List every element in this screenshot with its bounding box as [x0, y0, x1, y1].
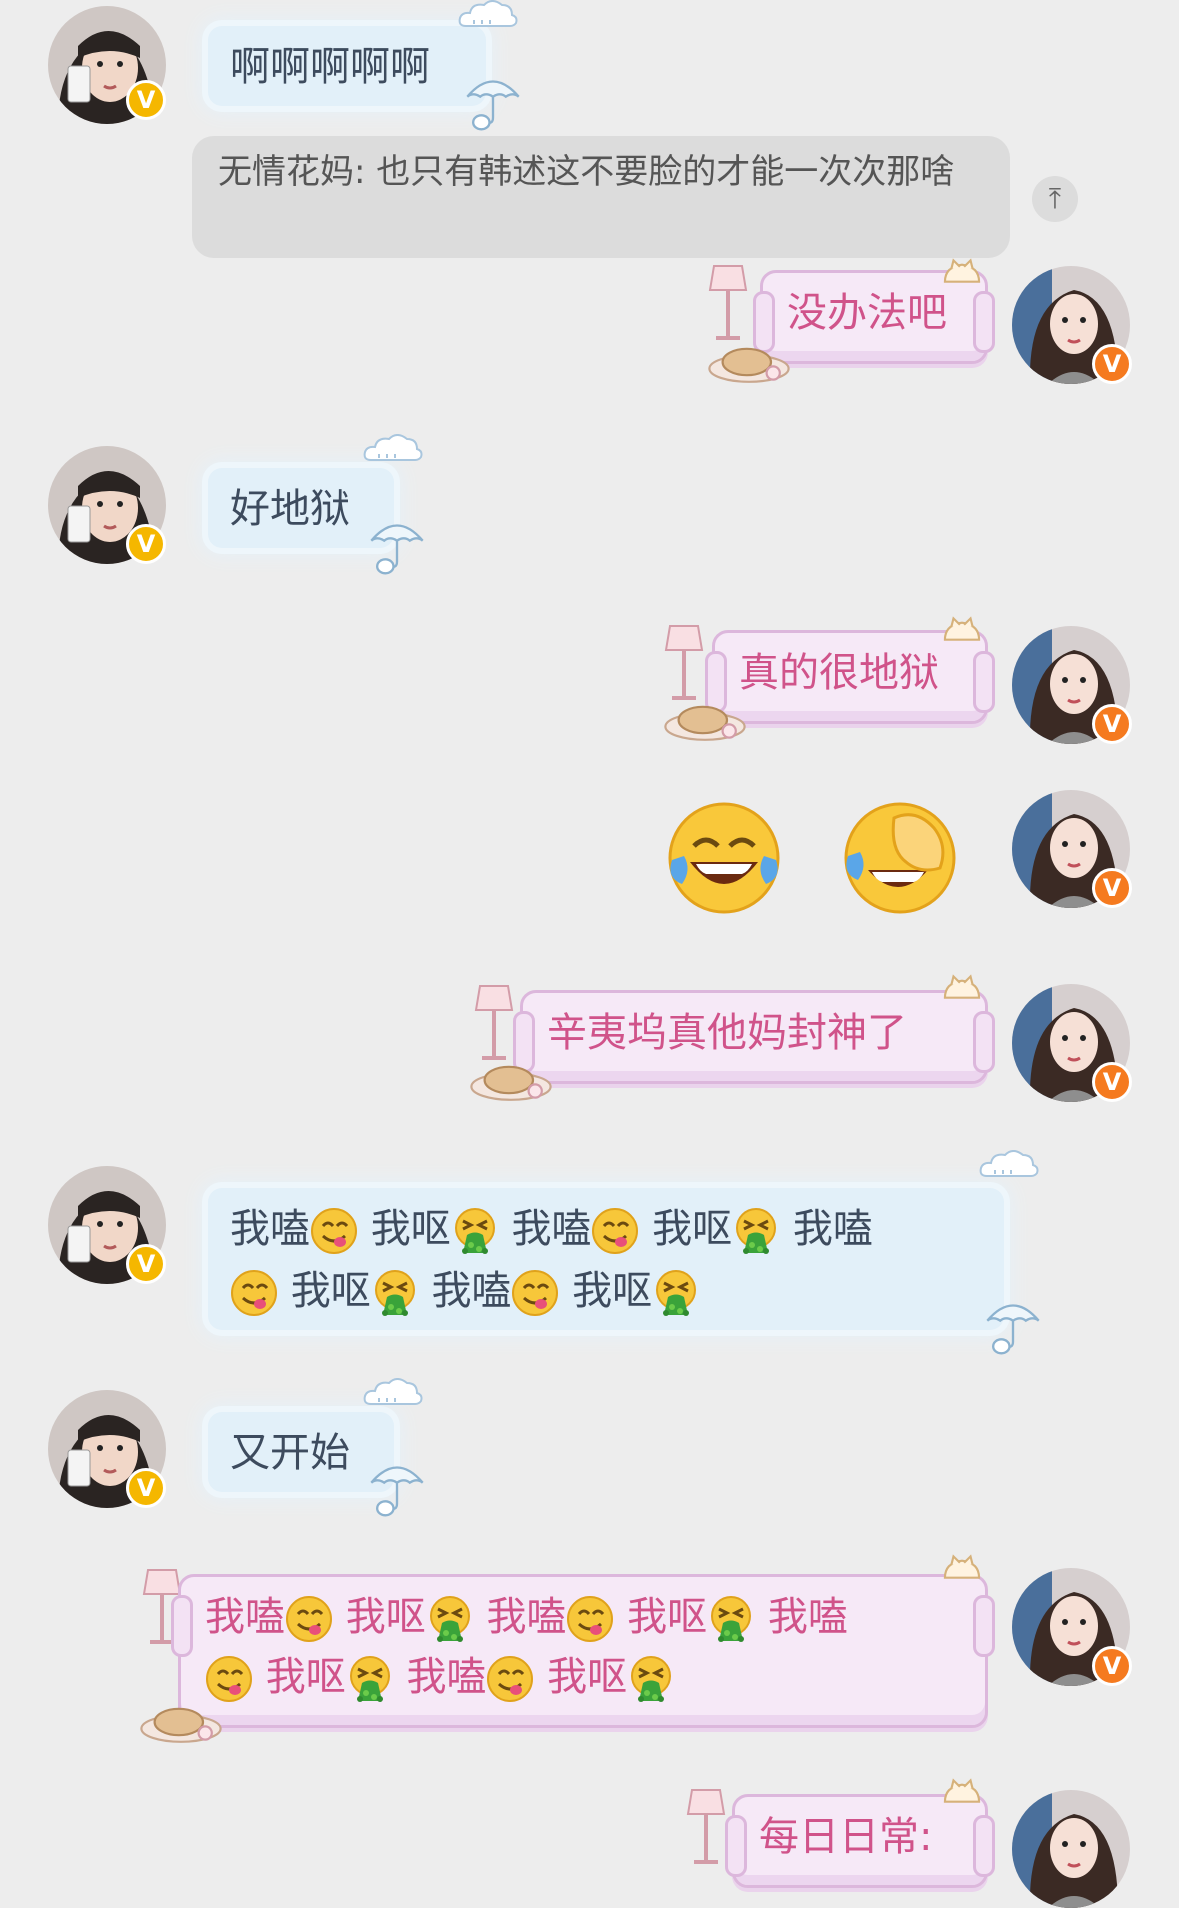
yum-emoji [230, 1269, 278, 1317]
cloud-icon [976, 1150, 1042, 1180]
message-bubble[interactable]: 我嗑 我呕 我嗑 我呕 我嗑 我呕 我嗑 我呕 [171, 1574, 995, 1728]
message-bubble[interactable]: 啊啊啊啊啊 [208, 26, 486, 106]
yum-emoji [310, 1207, 358, 1255]
verified-badge: V [1092, 344, 1132, 384]
verified-badge: V [1092, 1062, 1132, 1102]
cat-icon [940, 612, 984, 644]
quoted-text: 无情花妈: 也只有韩述这不要脸的才能一次次那啥 [218, 152, 955, 192]
umbrella-icon [362, 508, 432, 578]
vomit-emoji [346, 1655, 394, 1703]
message-segment: 我呕 [265, 1654, 346, 1700]
message-bubble[interactable]: 真的很地狱 [705, 630, 995, 724]
message-text: 好地狱 [230, 486, 350, 532]
message-segment: 我嗑 [767, 1594, 848, 1640]
message-segment: 我呕 [345, 1594, 426, 1640]
cat-icon [940, 1550, 984, 1582]
message-segment: 我嗑 [511, 1206, 592, 1252]
verified-badge: V [126, 80, 166, 120]
message-bubble[interactable]: 辛夷坞真他妈封神了 [513, 990, 995, 1084]
dog-icon [136, 1700, 226, 1744]
cat-icon [940, 254, 984, 286]
vomit-emoji [371, 1269, 419, 1317]
message-segment: 我嗑 [792, 1206, 873, 1252]
yum-emoji [566, 1595, 614, 1643]
vomit-emoji [707, 1595, 755, 1643]
message-segment: 我嗑 [431, 1268, 512, 1314]
message-segment: 我呕 [547, 1654, 628, 1700]
verified-badge: V [126, 1244, 166, 1284]
message-segment: 我嗑 [406, 1654, 487, 1700]
message-text: 每日日常: [759, 1814, 933, 1860]
cat-icon [940, 1774, 984, 1806]
umbrella-icon [458, 64, 528, 134]
message-bubble[interactable]: 每日日常: [725, 1794, 995, 1888]
verified-badge: V [126, 1468, 166, 1508]
message-segment: 我呕 [290, 1268, 371, 1314]
message-text: 真的很地狱 [739, 650, 939, 696]
lamp-icon [474, 982, 514, 1062]
quoted-message[interactable]: 无情花妈: 也只有韩述这不要脸的才能一次次那啥 [192, 136, 1010, 258]
dog-icon [704, 340, 794, 384]
cat-icon [940, 970, 984, 1002]
cloud-icon [455, 0, 521, 30]
lamp-icon [708, 262, 748, 342]
message-segment: 我呕 [370, 1206, 451, 1252]
arrow-up-icon[interactable]: ⤒ [1032, 176, 1078, 222]
message-segment: 我嗑 [205, 1594, 285, 1640]
lamp-icon [686, 1786, 726, 1866]
cloud-icon [360, 1378, 426, 1408]
message-text: 辛夷坞真他妈封神了 [547, 1010, 907, 1056]
verified-badge: V [126, 524, 166, 564]
message-segment: 我呕 [652, 1206, 733, 1252]
avatar[interactable] [1012, 1790, 1130, 1908]
message-segment: 我嗑 [486, 1594, 567, 1640]
vomit-emoji [426, 1595, 474, 1643]
vomit-emoji [652, 1269, 700, 1317]
dog-icon [466, 1058, 556, 1102]
dog-icon [660, 698, 750, 742]
umbrella-icon [362, 1450, 432, 1520]
verified-badge: V [1092, 704, 1132, 744]
message-text: 没办法吧 [787, 290, 947, 336]
facepalm-crying-emoji[interactable] [842, 800, 958, 916]
yum-emoji [511, 1269, 559, 1317]
vomit-emoji [627, 1655, 675, 1703]
message-segment: 我呕 [572, 1268, 653, 1314]
vomit-emoji [732, 1207, 780, 1255]
message-text: 啊啊啊啊啊 [230, 44, 430, 90]
cloud-icon [360, 434, 426, 464]
yum-emoji [486, 1655, 534, 1703]
lamp-icon [664, 622, 704, 702]
verified-badge: V [1092, 1646, 1132, 1686]
message-bubble[interactable]: 我嗑 我呕 我嗑 我呕 我嗑 我呕 我嗑 我呕 [208, 1188, 1004, 1330]
yum-emoji [205, 1655, 253, 1703]
tears-of-joy-emoji[interactable] [666, 800, 782, 916]
umbrella-icon [978, 1288, 1048, 1358]
vomit-emoji [451, 1207, 499, 1255]
message-segment: 我呕 [627, 1594, 708, 1640]
yum-emoji [285, 1595, 333, 1643]
verified-badge: V [1092, 868, 1132, 908]
message-text: 又开始 [230, 1430, 350, 1476]
message-segment: 我嗑 [230, 1206, 310, 1252]
yum-emoji [591, 1207, 639, 1255]
